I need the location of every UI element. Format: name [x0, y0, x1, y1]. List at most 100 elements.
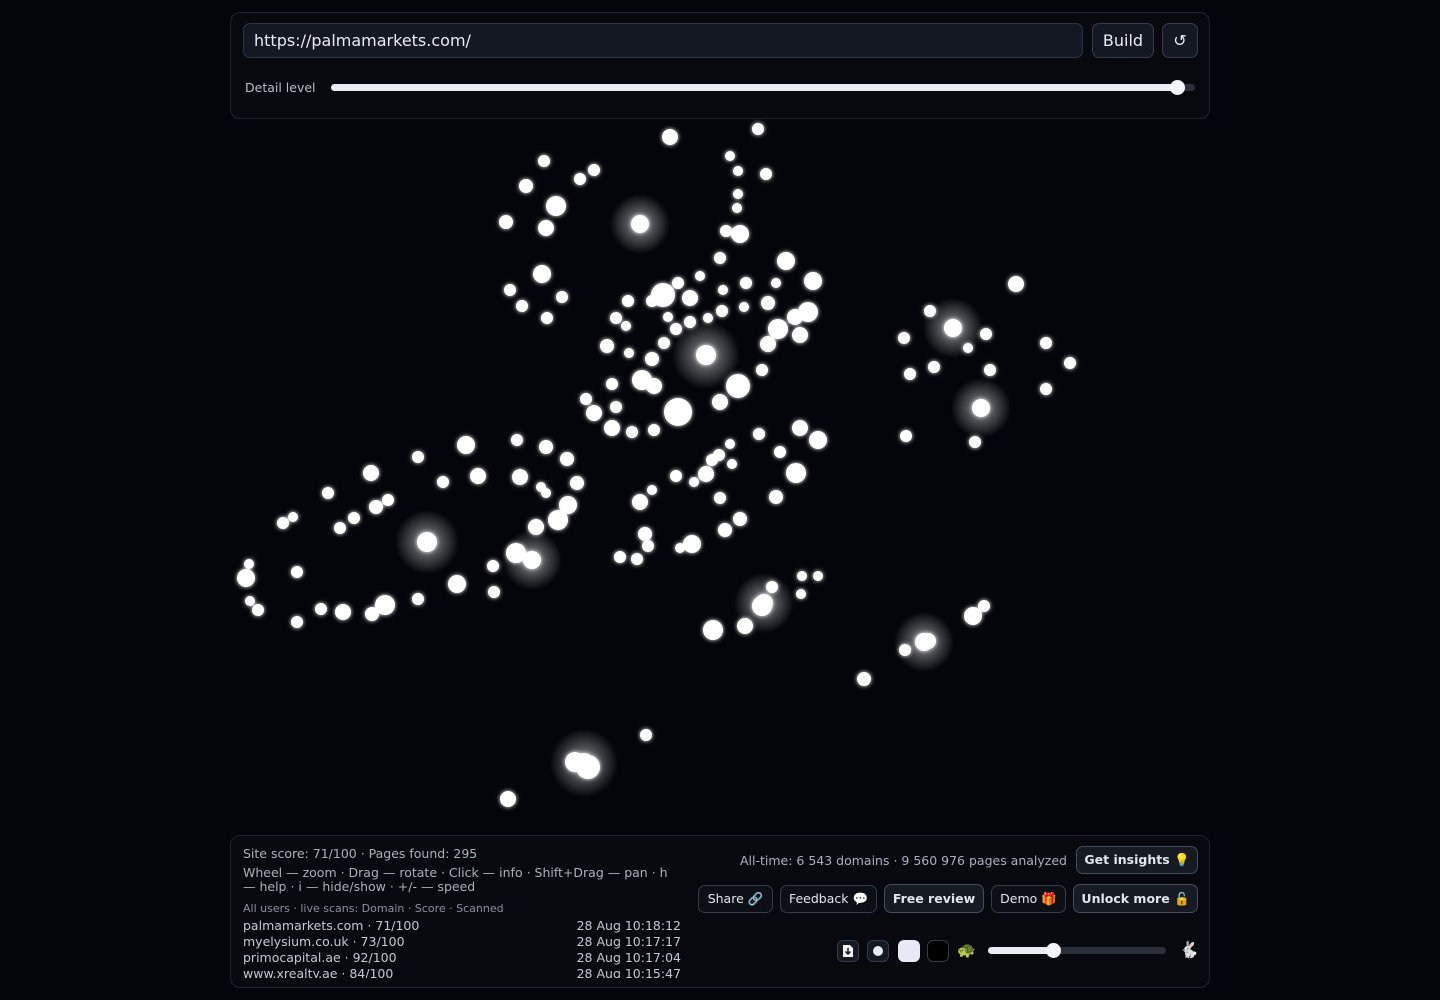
page-node[interactable]	[277, 517, 289, 529]
hub-node[interactable]	[523, 551, 541, 569]
hub-node[interactable]	[574, 753, 594, 773]
page-node[interactable]	[900, 430, 912, 442]
page-node[interactable]	[658, 337, 670, 349]
page-node[interactable]	[718, 523, 732, 537]
free-review-button[interactable]: Free review	[884, 884, 984, 913]
page-node[interactable]	[606, 378, 618, 390]
page-node[interactable]	[1040, 383, 1052, 395]
page-node[interactable]	[663, 312, 673, 322]
page-node[interactable]	[288, 512, 298, 522]
page-node[interactable]	[648, 424, 660, 436]
page-node[interactable]	[610, 401, 622, 413]
page-node[interactable]	[322, 487, 334, 499]
page-node[interactable]	[695, 271, 705, 281]
speed-slider[interactable]	[988, 943, 1166, 958]
page-node[interactable]	[1040, 337, 1052, 349]
unlock-more-button[interactable]: Unlock more 🔓	[1073, 884, 1198, 913]
page-node[interactable]	[684, 316, 696, 328]
page-node[interactable]	[769, 490, 783, 504]
dark-theme-button[interactable]	[927, 940, 949, 962]
page-node[interactable]	[978, 600, 990, 612]
download-button[interactable]	[837, 940, 859, 962]
light-theme-button[interactable]	[898, 940, 920, 962]
page-node[interactable]	[813, 571, 823, 581]
node-style-button[interactable]	[867, 940, 889, 962]
page-node[interactable]	[500, 791, 516, 807]
page-node[interactable]	[809, 431, 827, 449]
page-node[interactable]	[604, 420, 620, 436]
page-node[interactable]	[899, 644, 911, 656]
page-node[interactable]	[984, 364, 996, 376]
page-node[interactable]	[528, 519, 544, 535]
page-node[interactable]	[448, 575, 466, 593]
page-node[interactable]	[683, 535, 701, 553]
page-node[interactable]	[252, 604, 264, 616]
page-node[interactable]	[631, 553, 643, 565]
page-node[interactable]	[499, 215, 513, 229]
page-node[interactable]	[470, 468, 486, 484]
detail-level-slider[interactable]	[331, 80, 1195, 95]
hub-node[interactable]	[631, 215, 649, 233]
page-node[interactable]	[412, 451, 424, 463]
page-node[interactable]	[924, 305, 936, 317]
demo-button[interactable]: Demo 🎁	[991, 885, 1066, 913]
page-node[interactable]	[511, 434, 523, 446]
page-node[interactable]	[740, 277, 752, 289]
page-node[interactable]	[857, 672, 871, 686]
page-node[interactable]	[546, 196, 566, 216]
page-node[interactable]	[369, 500, 383, 514]
page-node[interactable]	[632, 494, 648, 510]
page-node[interactable]	[504, 284, 516, 296]
page-node[interactable]	[610, 312, 622, 324]
page-node[interactable]	[512, 469, 528, 485]
url-input[interactable]	[243, 23, 1083, 58]
page-node[interactable]	[244, 559, 254, 569]
hub-node[interactable]	[417, 532, 437, 552]
hub-node[interactable]	[696, 345, 716, 365]
page-node[interactable]	[488, 586, 500, 598]
page-node[interactable]	[412, 593, 424, 605]
hub-node[interactable]	[972, 399, 990, 417]
page-node[interactable]	[725, 439, 735, 449]
page-node[interactable]	[786, 463, 806, 483]
page-node[interactable]	[774, 446, 786, 458]
page-node[interactable]	[969, 436, 981, 448]
page-node[interactable]	[335, 604, 351, 620]
page-node[interactable]	[689, 477, 699, 487]
refresh-button[interactable]: ↺	[1162, 23, 1198, 58]
page-node[interactable]	[626, 426, 638, 438]
page-node[interactable]	[632, 370, 652, 390]
page-node[interactable]	[624, 348, 634, 358]
page-node[interactable]	[804, 272, 822, 290]
page-node[interactable]	[664, 398, 692, 426]
get-insights-button[interactable]: Get insights 💡	[1076, 846, 1198, 874]
page-node[interactable]	[640, 729, 652, 741]
page-node[interactable]	[682, 290, 698, 306]
page-node[interactable]	[980, 328, 992, 340]
page-node[interactable]	[768, 319, 788, 339]
build-button[interactable]: Build	[1092, 23, 1154, 58]
page-node[interactable]	[363, 465, 379, 481]
page-node[interactable]	[541, 312, 553, 324]
list-item[interactable]: myelysium.co.uk · 73/100 28 Aug 10:17:17	[243, 934, 681, 950]
page-node[interactable]	[732, 203, 742, 213]
page-node[interactable]	[646, 295, 658, 307]
page-node[interactable]	[756, 364, 768, 376]
page-node[interactable]	[457, 436, 475, 454]
hub-node[interactable]	[944, 319, 962, 337]
page-node[interactable]	[796, 589, 806, 599]
page-node[interactable]	[714, 252, 726, 264]
feedback-button[interactable]: Feedback 💬	[780, 885, 877, 913]
page-node[interactable]	[731, 225, 749, 243]
page-node[interactable]	[792, 327, 808, 343]
page-node[interactable]	[382, 494, 394, 506]
page-node[interactable]	[698, 466, 714, 482]
page-node[interactable]	[600, 339, 614, 353]
page-node[interactable]	[487, 560, 499, 572]
page-node[interactable]	[720, 225, 732, 237]
page-node[interactable]	[797, 571, 807, 581]
page-node[interactable]	[760, 168, 772, 180]
page-node[interactable]	[621, 321, 631, 331]
page-node[interactable]	[539, 440, 553, 454]
page-node[interactable]	[533, 265, 551, 283]
